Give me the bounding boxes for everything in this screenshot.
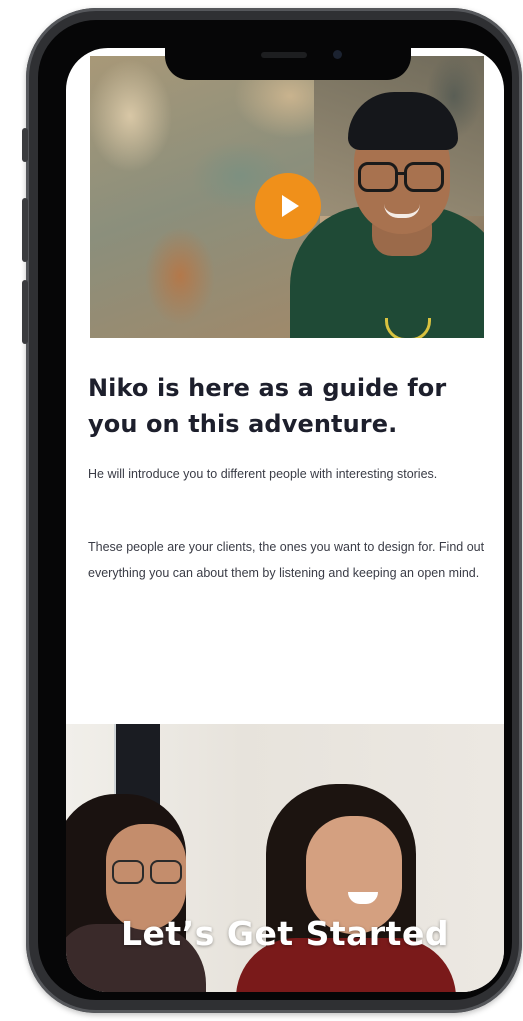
get-started-banner[interactable]: Let’s Get Started [66, 724, 504, 992]
play-button[interactable] [255, 173, 321, 239]
clients-paragraph: These people are your clients, the ones … [88, 540, 485, 580]
guide-heading: Niko is here as a guide for you on this … [88, 374, 447, 438]
guide-glasses-right [404, 162, 444, 192]
guide-glasses-bridge [395, 172, 405, 175]
phone-notch [165, 42, 411, 80]
intro-paragraph: He will introduce you to different peopl… [88, 467, 438, 481]
front-camera [333, 50, 342, 59]
hoodie-logo [385, 318, 431, 338]
play-icon [282, 195, 299, 217]
guide-glasses-left [358, 162, 398, 192]
get-started-button[interactable]: Let’s Get Started [66, 914, 504, 953]
person-left-glasses-right [150, 860, 182, 884]
volume-up-button [22, 198, 28, 262]
guide-video-thumbnail[interactable] [90, 56, 484, 338]
phone-screen: Niko is here as a guide for you on this … [66, 48, 504, 992]
mute-switch [22, 128, 28, 162]
person-left-glasses-left [112, 860, 144, 884]
speaker-grille [261, 52, 307, 58]
volume-down-button [22, 280, 28, 344]
